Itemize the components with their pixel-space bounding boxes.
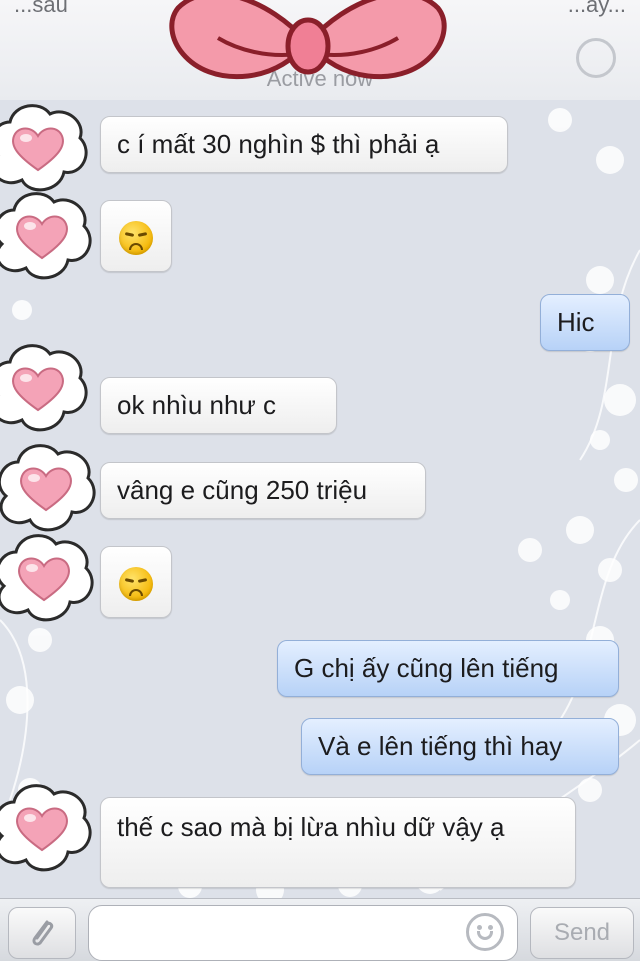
smiley-icon[interactable] bbox=[466, 913, 504, 951]
heart-cloud-icon[interactable] bbox=[0, 188, 92, 284]
header-left-text: ...sau bbox=[14, 0, 68, 17]
send-button[interactable]: Send bbox=[530, 907, 634, 959]
message-bubble[interactable]: c í mất 30 nghìn $ thì phải ạ bbox=[100, 116, 508, 173]
message-bubble[interactable]: vâng e cũng 250 triệu bbox=[100, 462, 426, 519]
attach-button[interactable] bbox=[8, 907, 76, 959]
message-bubble[interactable]: thế c sao mà bị lừa nhìu dữ vậy ạ bbox=[100, 797, 576, 888]
message-bubble[interactable] bbox=[100, 200, 172, 272]
heart-cloud-icon[interactable] bbox=[0, 440, 96, 536]
message-input[interactable] bbox=[88, 905, 518, 961]
heart-cloud-icon[interactable] bbox=[0, 780, 92, 876]
message-bubble[interactable]: G chị ấy cũng lên tiếng bbox=[277, 640, 619, 697]
message-text: Hic bbox=[557, 307, 595, 337]
paperclip-icon bbox=[32, 920, 54, 946]
message-bubble[interactable]: ok nhìu như c bbox=[100, 377, 337, 434]
help-icon[interactable] bbox=[576, 38, 616, 78]
heart-cloud-icon[interactable] bbox=[0, 340, 88, 436]
message-text: c í mất 30 nghìn $ thì phải ạ bbox=[117, 129, 440, 159]
message-text: Và e lên tiếng thì hay bbox=[318, 731, 563, 761]
disappointed-face-icon bbox=[119, 221, 153, 256]
message-text: ok nhìu như c bbox=[117, 390, 277, 420]
heart-cloud-icon[interactable] bbox=[0, 100, 88, 196]
message-text: G chị ấy cũng lên tiếng bbox=[294, 653, 559, 683]
message-bubble[interactable]: Và e lên tiếng thì hay bbox=[301, 718, 619, 775]
message-bubble[interactable]: Hic bbox=[540, 294, 630, 351]
message-text: vâng e cũng 250 triệu bbox=[117, 475, 368, 505]
header-right-text: ...ay... bbox=[567, 0, 626, 17]
message-composer: Send bbox=[0, 898, 640, 961]
heart-cloud-icon[interactable] bbox=[0, 530, 94, 626]
bow-sticker-icon bbox=[169, 0, 447, 80]
chat-thread[interactable]: c í mất 30 nghìn $ thì phải ạ Hic ok nhì… bbox=[0, 100, 640, 898]
chat-header: ...sau ...ay... Active now bbox=[0, 0, 640, 101]
disappointed-face-icon bbox=[119, 567, 153, 602]
message-text: thế c sao mà bị lừa nhìu dữ vậy ạ bbox=[117, 812, 505, 842]
message-bubble[interactable] bbox=[100, 546, 172, 618]
